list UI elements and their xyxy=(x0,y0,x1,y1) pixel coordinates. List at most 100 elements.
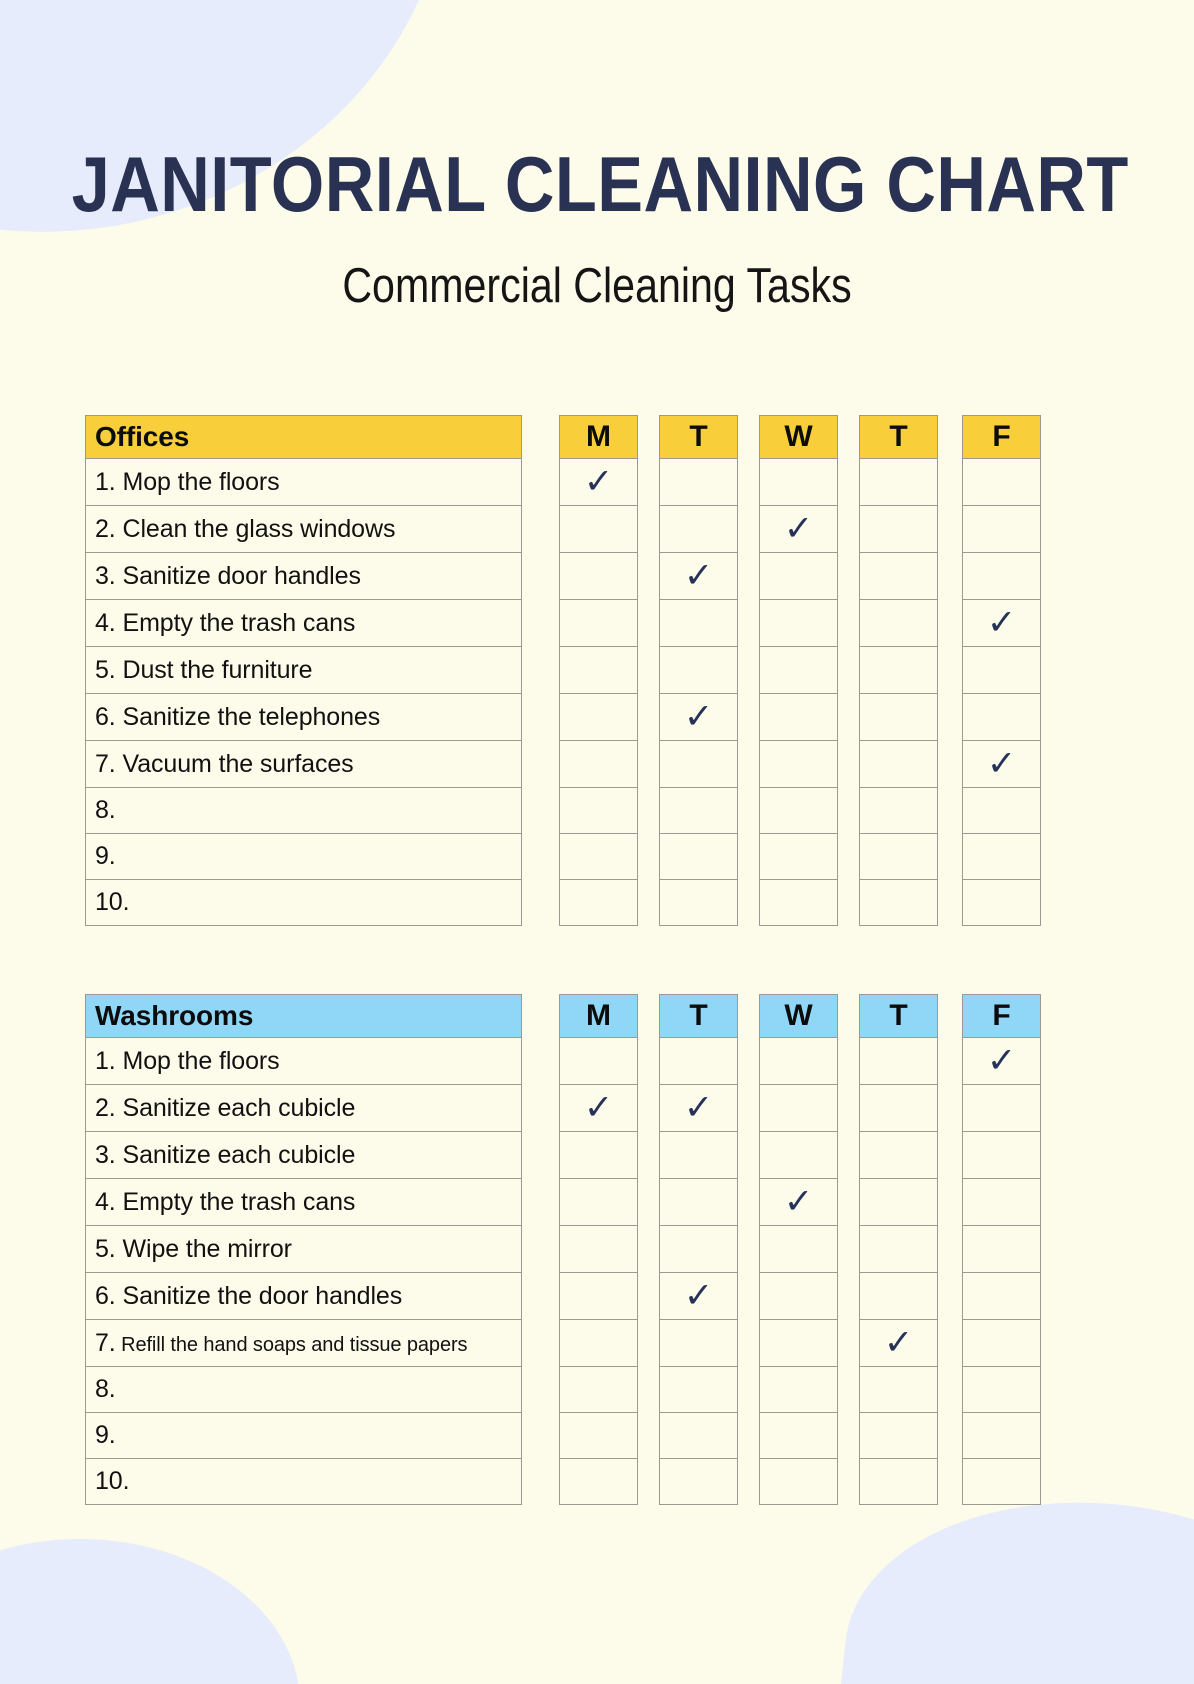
checkbox-cell[interactable] xyxy=(859,458,938,506)
task-label[interactable]: 3. Sanitize each cubicle xyxy=(85,1131,522,1179)
checkbox-cell[interactable] xyxy=(859,787,938,834)
checkbox-cell[interactable] xyxy=(759,1412,838,1459)
checkbox-cell[interactable] xyxy=(859,1131,938,1179)
checkbox-cell[interactable] xyxy=(559,833,638,880)
task-label[interactable]: 5. Wipe the mirror xyxy=(85,1225,522,1273)
checkbox-cell[interactable] xyxy=(759,1319,838,1367)
task-label[interactable]: 4. Empty the trash cans xyxy=(85,1178,522,1226)
checkbox-cell[interactable] xyxy=(759,1272,838,1320)
checkbox-cell[interactable] xyxy=(859,833,938,880)
checkbox-cell[interactable] xyxy=(859,1412,938,1459)
checkbox-cell[interactable] xyxy=(962,1084,1041,1132)
checkbox-cell[interactable] xyxy=(962,1412,1041,1459)
task-label[interactable]: 2. Sanitize each cubicle xyxy=(85,1084,522,1132)
checkbox-cell[interactable] xyxy=(659,1319,738,1367)
checkbox-cell[interactable] xyxy=(962,1458,1041,1505)
checkbox-cell[interactable] xyxy=(759,599,838,647)
checkbox-cell[interactable] xyxy=(962,833,1041,880)
checkbox-cell[interactable] xyxy=(659,1225,738,1273)
checkbox-cell[interactable] xyxy=(659,1037,738,1085)
checkbox-cell[interactable]: ✓ xyxy=(659,1272,738,1320)
task-label[interactable]: 1. Mop the floors xyxy=(85,1037,522,1085)
checkbox-cell[interactable] xyxy=(559,552,638,600)
task-label[interactable]: 3. Sanitize door handles xyxy=(85,552,522,600)
checkbox-cell[interactable] xyxy=(659,1412,738,1459)
checkbox-cell[interactable]: ✓ xyxy=(759,505,838,553)
checkbox-cell[interactable] xyxy=(659,879,738,926)
checkbox-cell[interactable] xyxy=(859,552,938,600)
checkbox-cell[interactable] xyxy=(962,787,1041,834)
checkbox-cell[interactable]: ✓ xyxy=(659,552,738,600)
checkbox-cell[interactable]: ✓ xyxy=(962,599,1041,647)
checkbox-cell[interactable] xyxy=(962,1225,1041,1273)
checkbox-cell[interactable] xyxy=(559,1178,638,1226)
task-label[interactable]: 7. Vacuum the surfaces xyxy=(85,740,522,788)
checkbox-cell[interactable] xyxy=(759,552,838,600)
checkbox-cell[interactable] xyxy=(559,1319,638,1367)
task-label[interactable]: 9. xyxy=(85,1412,522,1459)
checkbox-cell[interactable] xyxy=(962,1319,1041,1367)
checkbox-cell[interactable]: ✓ xyxy=(759,1178,838,1226)
task-label[interactable]: 10. xyxy=(85,879,522,926)
checkbox-cell[interactable] xyxy=(759,1084,838,1132)
checkbox-cell[interactable] xyxy=(559,787,638,834)
checkbox-cell[interactable]: ✓ xyxy=(559,458,638,506)
checkbox-cell[interactable] xyxy=(659,646,738,694)
checkbox-cell[interactable]: ✓ xyxy=(859,1319,938,1367)
checkbox-cell[interactable] xyxy=(962,879,1041,926)
checkbox-cell[interactable] xyxy=(962,646,1041,694)
checkbox-cell[interactable] xyxy=(659,833,738,880)
checkbox-cell[interactable] xyxy=(859,646,938,694)
checkbox-cell[interactable] xyxy=(859,505,938,553)
task-label[interactable]: 6. Sanitize the door handles xyxy=(85,1272,522,1320)
checkbox-cell[interactable] xyxy=(559,1272,638,1320)
checkbox-cell[interactable] xyxy=(659,1366,738,1413)
checkbox-cell[interactable] xyxy=(859,1225,938,1273)
checkbox-cell[interactable] xyxy=(559,646,638,694)
checkbox-cell[interactable] xyxy=(859,1084,938,1132)
task-label[interactable]: 7. Refill the hand soaps and tissue pape… xyxy=(85,1319,522,1367)
checkbox-cell[interactable] xyxy=(759,1225,838,1273)
checkbox-cell[interactable] xyxy=(962,1366,1041,1413)
checkbox-cell[interactable] xyxy=(759,833,838,880)
task-label[interactable]: 2. Clean the glass windows xyxy=(85,505,522,553)
task-label[interactable]: 1. Mop the floors xyxy=(85,458,522,506)
checkbox-cell[interactable] xyxy=(759,1366,838,1413)
checkbox-cell[interactable] xyxy=(859,1178,938,1226)
checkbox-cell[interactable] xyxy=(962,505,1041,553)
checkbox-cell[interactable] xyxy=(859,693,938,741)
task-label[interactable]: 6. Sanitize the telephones xyxy=(85,693,522,741)
checkbox-cell[interactable] xyxy=(962,693,1041,741)
checkbox-cell[interactable] xyxy=(559,879,638,926)
task-label[interactable]: 4. Empty the trash cans xyxy=(85,599,522,647)
checkbox-cell[interactable] xyxy=(859,1366,938,1413)
checkbox-cell[interactable] xyxy=(559,1225,638,1273)
checkbox-cell[interactable] xyxy=(659,1178,738,1226)
checkbox-cell[interactable]: ✓ xyxy=(962,1037,1041,1085)
checkbox-cell[interactable] xyxy=(659,1131,738,1179)
task-label[interactable]: 8. xyxy=(85,787,522,834)
checkbox-cell[interactable] xyxy=(559,1458,638,1505)
checkbox-cell[interactable] xyxy=(859,599,938,647)
checkbox-cell[interactable] xyxy=(659,599,738,647)
checkbox-cell[interactable] xyxy=(859,1037,938,1085)
checkbox-cell[interactable]: ✓ xyxy=(559,1084,638,1132)
checkbox-cell[interactable] xyxy=(962,552,1041,600)
checkbox-cell[interactable] xyxy=(962,1178,1041,1226)
checkbox-cell[interactable] xyxy=(859,740,938,788)
task-label[interactable]: 10. xyxy=(85,1458,522,1505)
checkbox-cell[interactable] xyxy=(759,740,838,788)
task-label[interactable]: 8. xyxy=(85,1366,522,1413)
checkbox-cell[interactable] xyxy=(659,787,738,834)
checkbox-cell[interactable] xyxy=(559,693,638,741)
checkbox-cell[interactable] xyxy=(559,1131,638,1179)
checkbox-cell[interactable] xyxy=(859,1272,938,1320)
checkbox-cell[interactable] xyxy=(759,1037,838,1085)
checkbox-cell[interactable] xyxy=(659,1458,738,1505)
checkbox-cell[interactable] xyxy=(759,1458,838,1505)
checkbox-cell[interactable] xyxy=(559,599,638,647)
checkbox-cell[interactable] xyxy=(559,1037,638,1085)
checkbox-cell[interactable] xyxy=(559,740,638,788)
checkbox-cell[interactable] xyxy=(962,1131,1041,1179)
task-label[interactable]: 9. xyxy=(85,833,522,880)
